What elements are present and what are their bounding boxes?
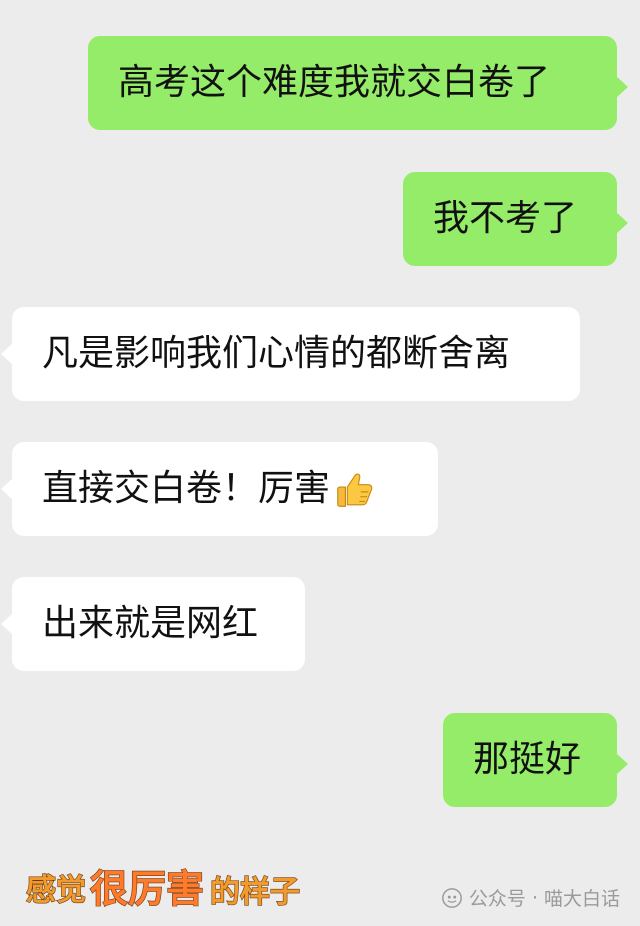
message-bubble-outgoing[interactable]: 我不考了 — [403, 172, 628, 266]
message-text: 凡是影响我们心情的都断舍离 — [42, 333, 511, 374]
thumbs-up-icon — [337, 473, 373, 507]
wechat-official-account-icon — [442, 887, 462, 908]
message-bubble-incoming[interactable]: 凡是影响我们心情的都断舍离 — [1, 307, 580, 401]
watermark: 公众号 · 喵大白话 — [441, 884, 620, 911]
watermark-label: 公众号 — [468, 888, 526, 910]
sticker-text-part3: 的样子 — [210, 875, 300, 910]
watermark-separator: · — [531, 886, 538, 909]
message-text: 高考这个难度我就交白卷了 — [118, 62, 551, 103]
message-bubble-outgoing[interactable]: 那挺好 — [443, 713, 628, 807]
message-text: 我不考了 — [433, 198, 578, 239]
message-text: 出来就是网红 — [42, 603, 259, 644]
sticker-text-part2: 很厉害 — [90, 866, 204, 911]
message-bubble-outgoing[interactable]: 高考这个难度我就交白卷了 — [88, 36, 628, 130]
message-text: 那挺好 — [473, 739, 582, 780]
chat-view: 高考这个难度我就交白卷了 我不考了 凡是影响我们心情的都断舍离 直接交白卷！厉害… — [0, 0, 640, 926]
watermark-account: 喵大白话 — [543, 888, 620, 910]
message-text: 直接交白卷！厉害 — [42, 468, 331, 509]
sticker-caption: 感觉 很厉害 的样子 — [25, 865, 300, 911]
message-bubble-incoming[interactable]: 直接交白卷！厉害 — [1, 442, 438, 536]
message-bubble-incoming[interactable]: 出来就是网红 — [1, 577, 305, 671]
sticker-text-part1: 感觉 — [26, 873, 86, 908]
